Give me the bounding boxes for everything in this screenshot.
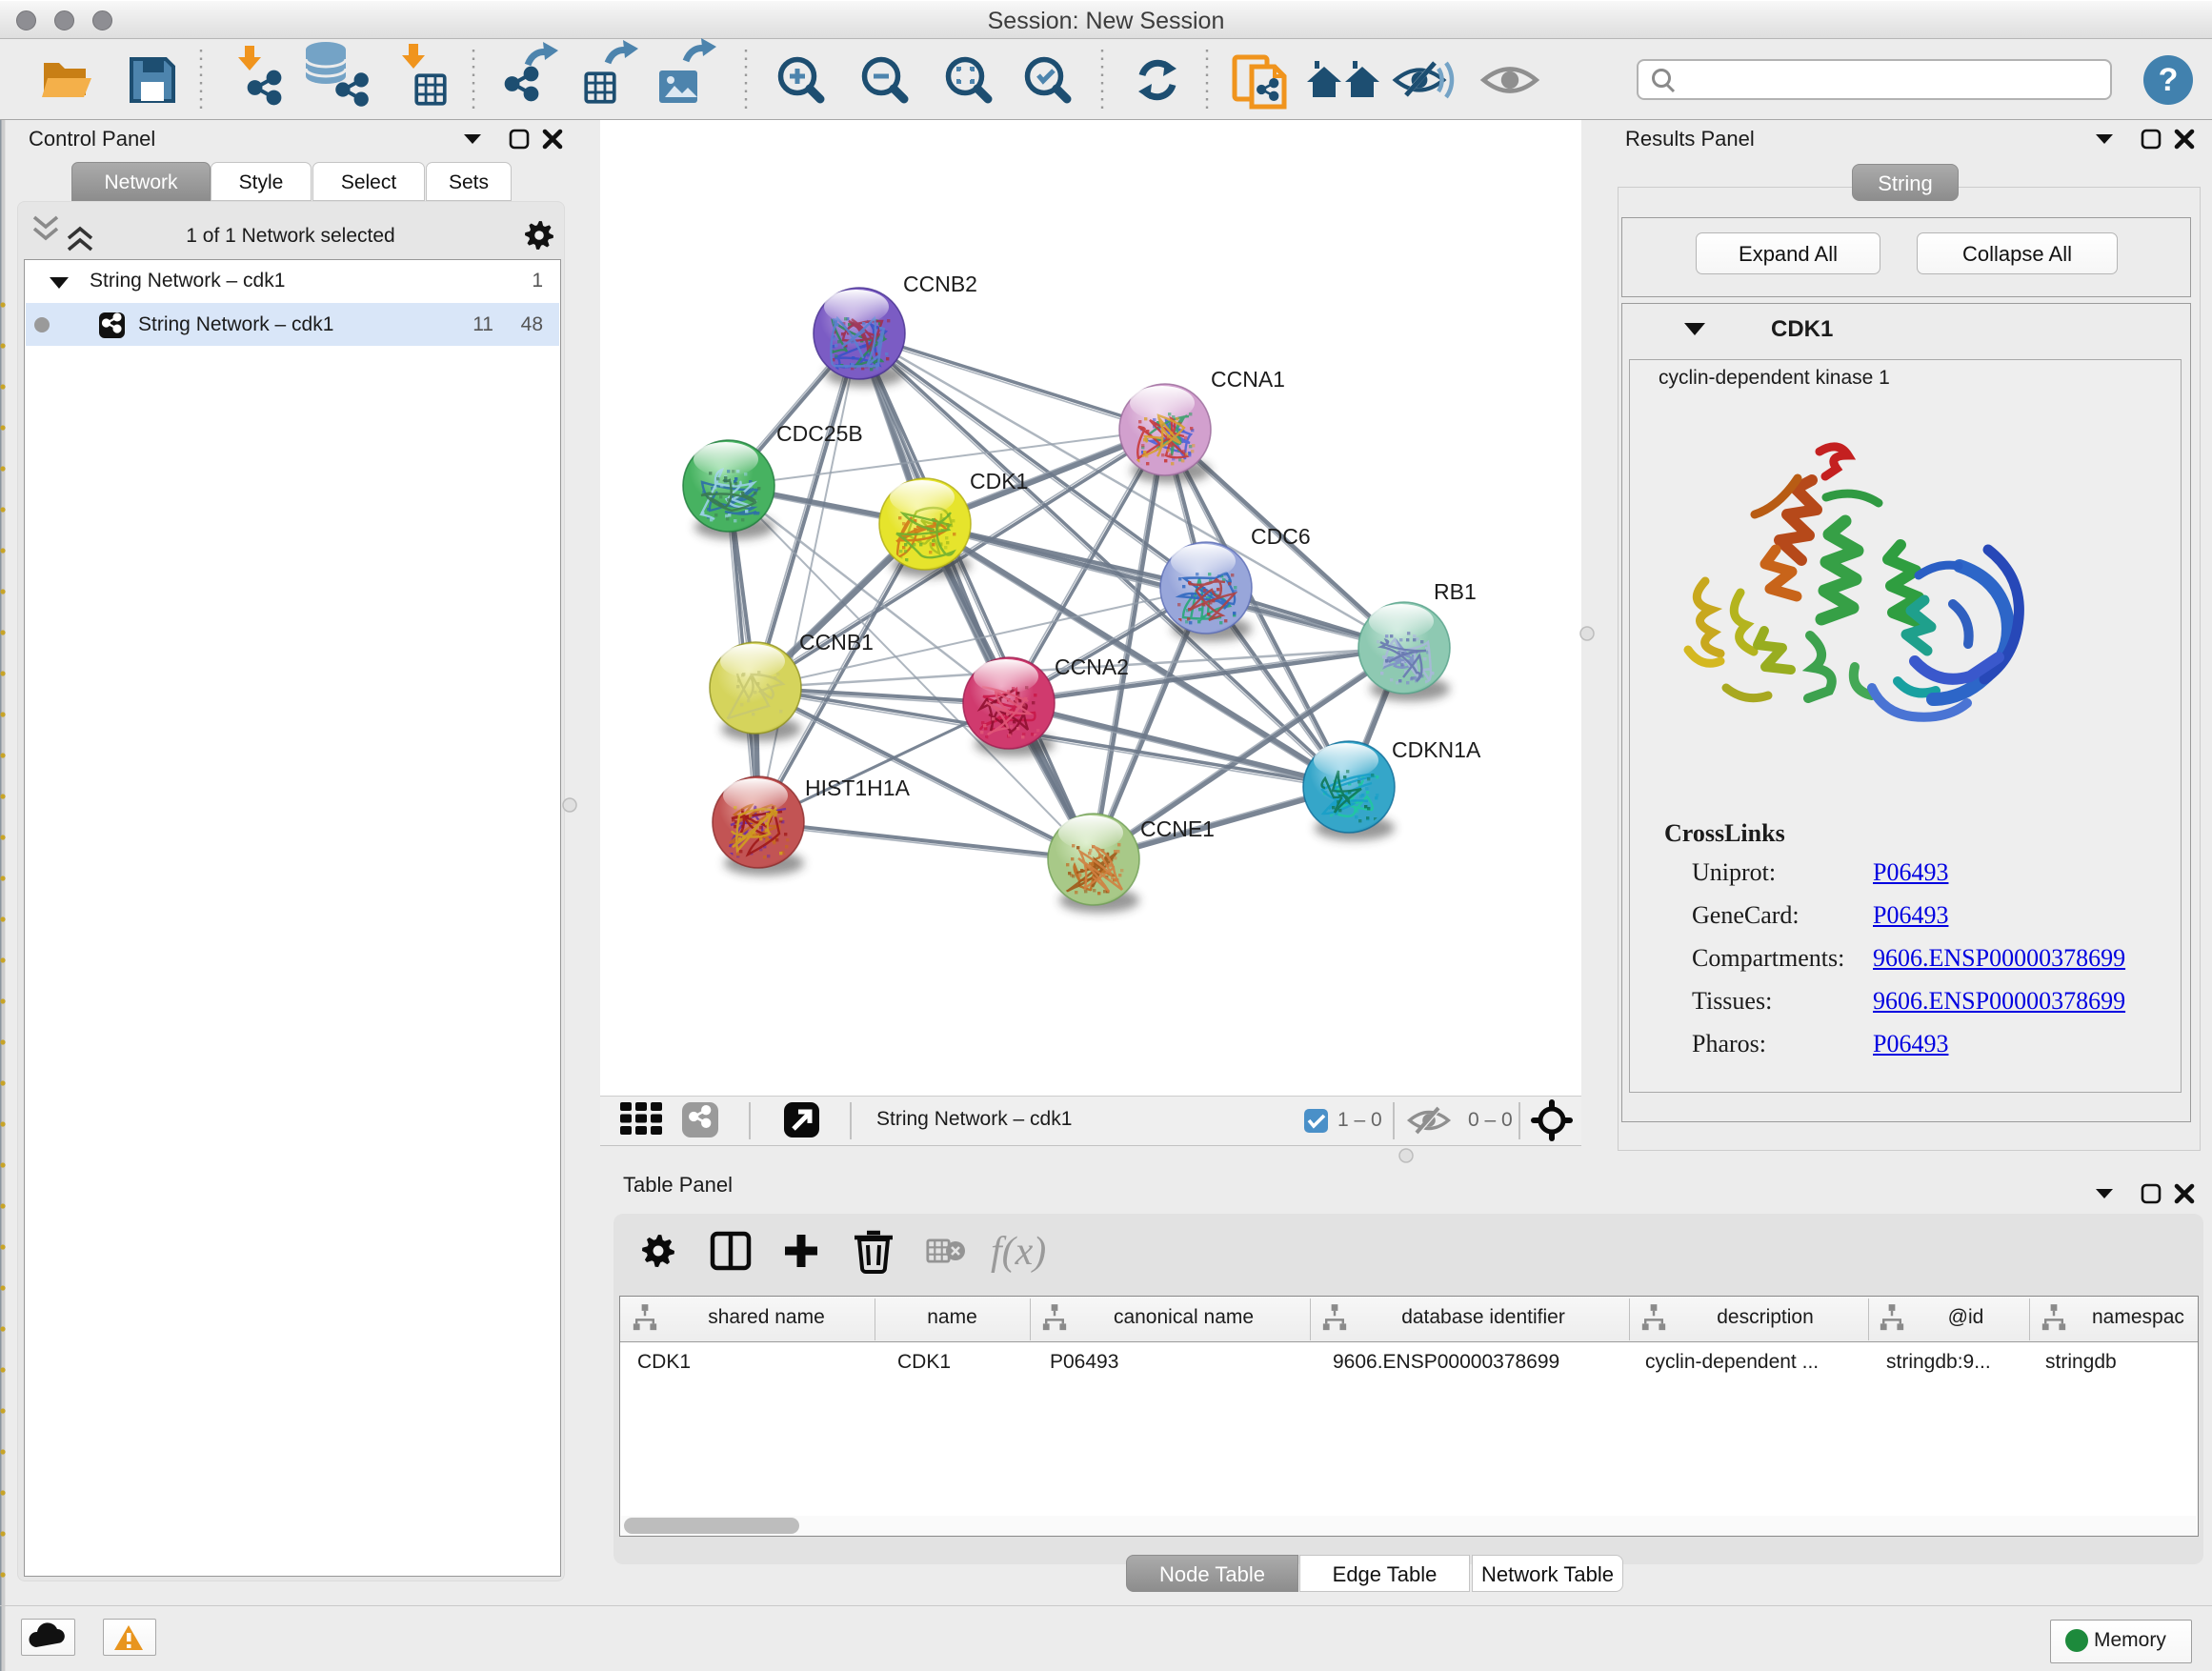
svg-text:HIST1H1A: HIST1H1A — [805, 775, 911, 800]
svg-text:CCNA1: CCNA1 — [1211, 367, 1285, 392]
svg-text:?: ? — [2159, 62, 2179, 98]
svg-text:CDC25B: CDC25B — [776, 421, 863, 446]
svg-text:CCNA2: CCNA2 — [1055, 654, 1129, 679]
svg-text:CCNB1: CCNB1 — [799, 630, 874, 654]
svg-text:CCNE1: CCNE1 — [1140, 816, 1215, 841]
svg-text:CDC6: CDC6 — [1251, 524, 1311, 549]
svg-text:f(x): f(x) — [991, 1230, 1046, 1274]
svg-text:CCNB2: CCNB2 — [903, 272, 977, 296]
svg-text:RB1: RB1 — [1434, 579, 1477, 604]
svg-text:CDKN1A: CDKN1A — [1392, 737, 1481, 762]
svg-text:CDK1: CDK1 — [970, 469, 1028, 493]
